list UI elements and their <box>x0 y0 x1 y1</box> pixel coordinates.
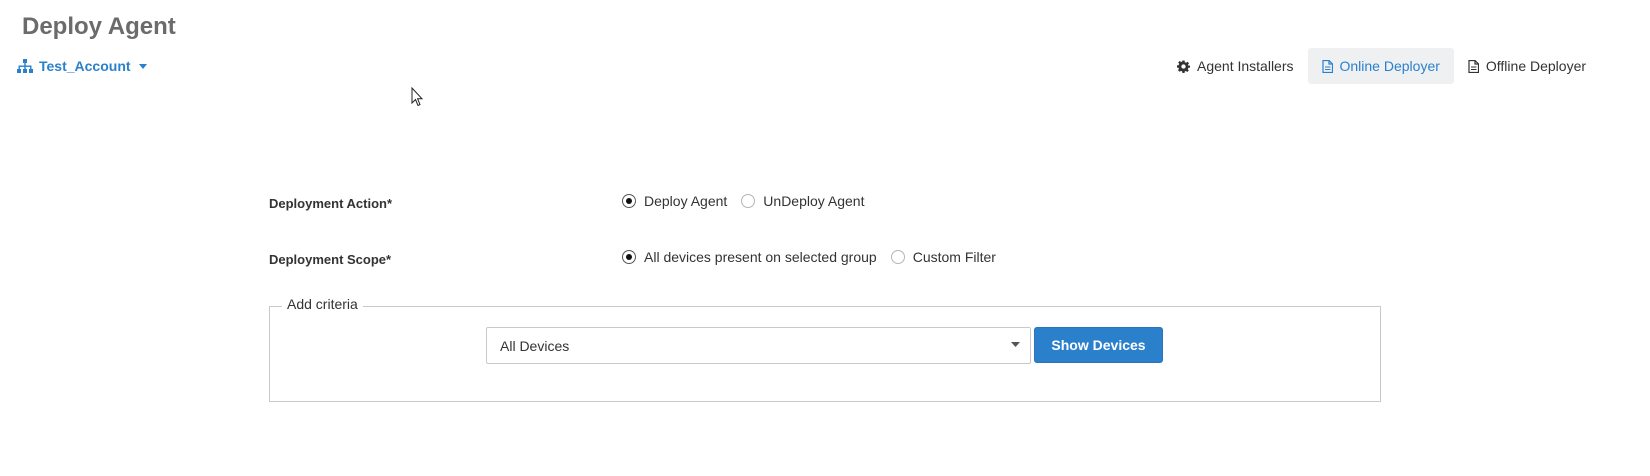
account-selector[interactable]: Test_Account <box>17 57 147 75</box>
radio-button[interactable] <box>741 194 756 208</box>
deployer-tabs: Agent Installers Online Deployer Offline… <box>1163 48 1600 84</box>
mouse-cursor-icon <box>411 87 423 107</box>
tab-online-deployer[interactable]: Online Deployer <box>1307 48 1454 84</box>
radio-deploy-agent[interactable]: Deploy Agent <box>622 193 727 209</box>
caret-down-icon <box>1011 342 1020 347</box>
deployment-action-label: Deployment Action* <box>269 196 393 211</box>
device-filter-select[interactable]: All Devices <box>486 327 1031 364</box>
radio-label: All devices present on selected group <box>644 249 877 265</box>
select-value: All Devices <box>500 337 570 354</box>
document-icon <box>1321 59 1333 73</box>
deployment-action-radios: Deploy Agent UnDeploy Agent <box>622 193 878 209</box>
radio-label: UnDeploy Agent <box>763 193 865 209</box>
radio-button[interactable] <box>622 194 636 208</box>
radio-button[interactable] <box>622 250 636 264</box>
tab-label: Offline Deployer <box>1485 58 1587 74</box>
add-criteria-legend: Add criteria <box>282 296 363 312</box>
org-tree-icon <box>17 59 33 73</box>
tab-agent-installers[interactable]: Agent Installers <box>1163 48 1308 84</box>
radio-label: Deploy Agent <box>644 193 728 209</box>
deployment-scope-radios: All devices present on selected group Cu… <box>622 249 1010 265</box>
radio-custom-filter[interactable]: Custom Filter <box>890 249 996 265</box>
deployment-scope-label: Deployment Scope* <box>269 252 392 267</box>
show-devices-button[interactable]: Show Devices <box>1034 327 1163 363</box>
tab-label: Online Deployer <box>1339 58 1440 74</box>
add-criteria-fieldset: Add criteria All Devices Show Devices <box>269 296 1381 402</box>
radio-undeploy-agent[interactable]: UnDeploy Agent <box>741 193 864 209</box>
tab-label: Agent Installers <box>1197 58 1294 74</box>
tab-offline-deployer[interactable]: Offline Deployer <box>1454 48 1600 84</box>
caret-down-icon <box>138 63 147 69</box>
radio-all-devices[interactable]: All devices present on selected group <box>622 249 877 265</box>
page-title: Deploy Agent <box>22 13 176 40</box>
gear-icon <box>1177 60 1190 73</box>
document-icon <box>1468 59 1479 73</box>
radio-button[interactable] <box>890 250 905 264</box>
account-name: Test_Account <box>39 58 131 74</box>
radio-label: Custom Filter <box>912 249 996 265</box>
